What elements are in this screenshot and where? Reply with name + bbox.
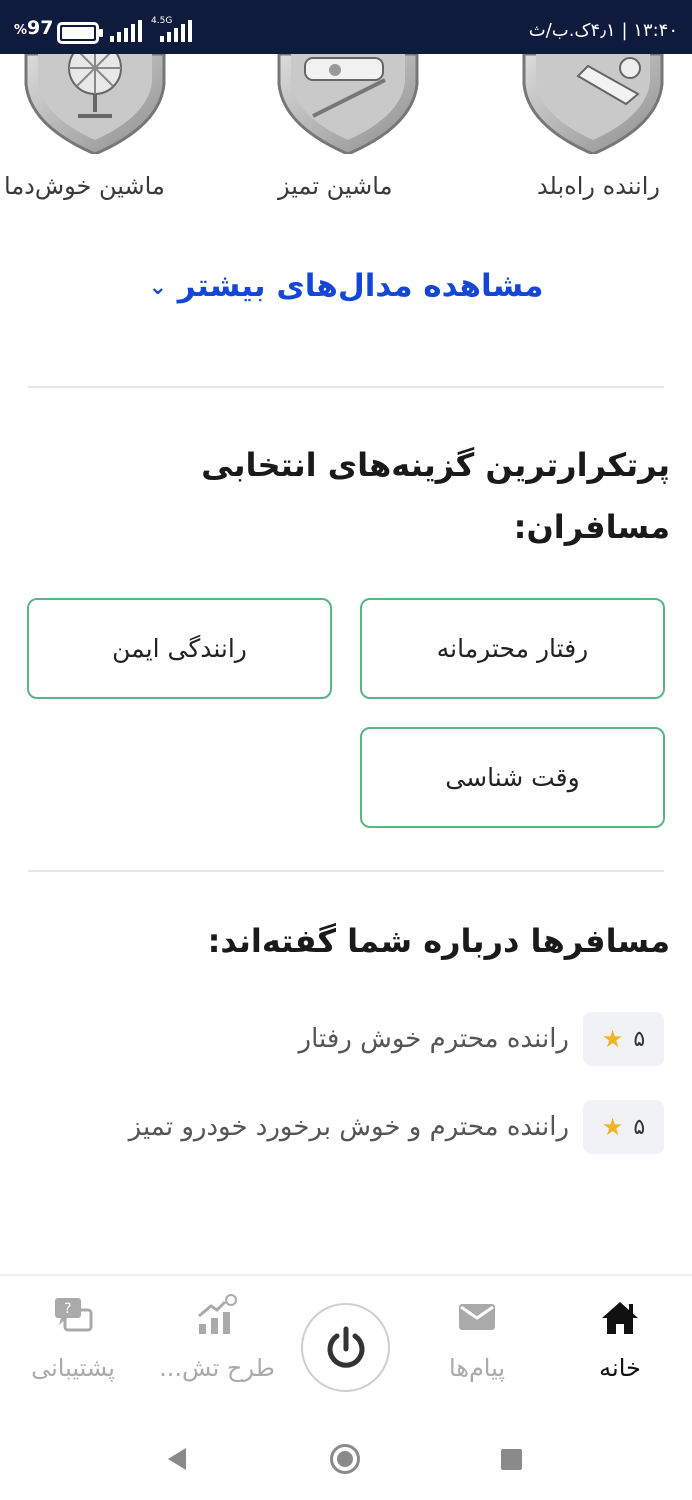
medal-label: ماشین تمیز [278, 172, 393, 200]
power-toggle-button[interactable] [301, 1303, 390, 1392]
choice-chip: رانندگی ایمن [27, 598, 332, 699]
more-medals-link[interactable]: مشاهده مدال‌های بیشتر ⌄ [0, 268, 692, 304]
nav-item-home[interactable]: خانه [555, 1294, 685, 1382]
status-time: ۱۳:۴۰ | ۴٫۱ک.ب/ث [528, 20, 678, 41]
battery-percentage: %97 [14, 17, 54, 39]
nav-item-messages[interactable]: پیام‌ها [412, 1294, 542, 1382]
medal-shield-icon[interactable] [20, 54, 170, 154]
star-icon: ★ [601, 1025, 624, 1053]
medal-shield-icon[interactable] [518, 54, 668, 154]
home-circle-icon[interactable] [330, 1444, 360, 1474]
review-item: ۵ ★ راننده محترم خوش رفتار [60, 1012, 664, 1068]
nav-item-support[interactable]: ? پشتیبانی [8, 1294, 138, 1382]
bottom-navigation: خانه پیام‌ها طرح تش... ? پشتیبانی [0, 1274, 692, 1416]
power-icon [327, 1326, 364, 1368]
divider [28, 386, 664, 388]
back-icon[interactable] [166, 1446, 188, 1472]
support-chat-icon: ? [55, 1298, 93, 1332]
home-icon [602, 1302, 638, 1334]
medal-label: راننده راه‌بلد [536, 172, 660, 200]
system-navigation-bar [0, 1416, 692, 1500]
medal-shield-icon[interactable] [273, 54, 423, 154]
rating-badge: ۵ ★ [583, 1100, 664, 1154]
review-item: ۵ ★ راننده محترم و خوش برخورد خودرو تمیز [60, 1100, 664, 1156]
review-text: راننده محترم و خوش برخورد خودرو تمیز [128, 1112, 569, 1142]
mail-icon [459, 1304, 495, 1330]
nav-label: پشتیبانی [31, 1354, 115, 1382]
growth-chart-icon [198, 1294, 237, 1334]
review-text: راننده محترم خوش رفتار [298, 1024, 569, 1054]
status-bar: %97 4.5G ۱۳:۴۰ | ۴٫۱ک.ب/ث [0, 0, 692, 54]
medal-label: ماشین خوش‌دما [4, 172, 165, 200]
choice-chip: رفتار محترمانه [360, 598, 665, 699]
section-title-reviews: مسافرها درباره شما گفته‌اند: [207, 922, 670, 960]
nav-label: خانه [599, 1354, 641, 1382]
recents-icon[interactable] [501, 1449, 522, 1470]
chevron-down-icon: ⌄ [148, 275, 167, 300]
section-title-top-choices: پرتکرارترین گزینه‌های انتخابی مسافران: [201, 446, 670, 546]
more-medals-label: مشاهده مدال‌های بیشتر [177, 268, 544, 304]
battery-icon [57, 22, 103, 44]
svg-text:?: ? [64, 1301, 71, 1317]
nav-label: پیام‌ها [448, 1354, 506, 1382]
rating-value: ۵ [633, 1114, 646, 1140]
signal-strength-icon [110, 20, 142, 42]
rating-badge: ۵ ★ [583, 1012, 664, 1066]
divider [28, 870, 664, 872]
choice-chip: وقت شناسی [360, 727, 665, 828]
nav-item-plan[interactable]: طرح تش... [152, 1294, 282, 1382]
rating-value: ۵ [633, 1026, 646, 1052]
signal-strength-icon-2 [160, 20, 192, 42]
star-icon: ★ [601, 1113, 624, 1141]
nav-label: طرح تش... [159, 1354, 275, 1382]
